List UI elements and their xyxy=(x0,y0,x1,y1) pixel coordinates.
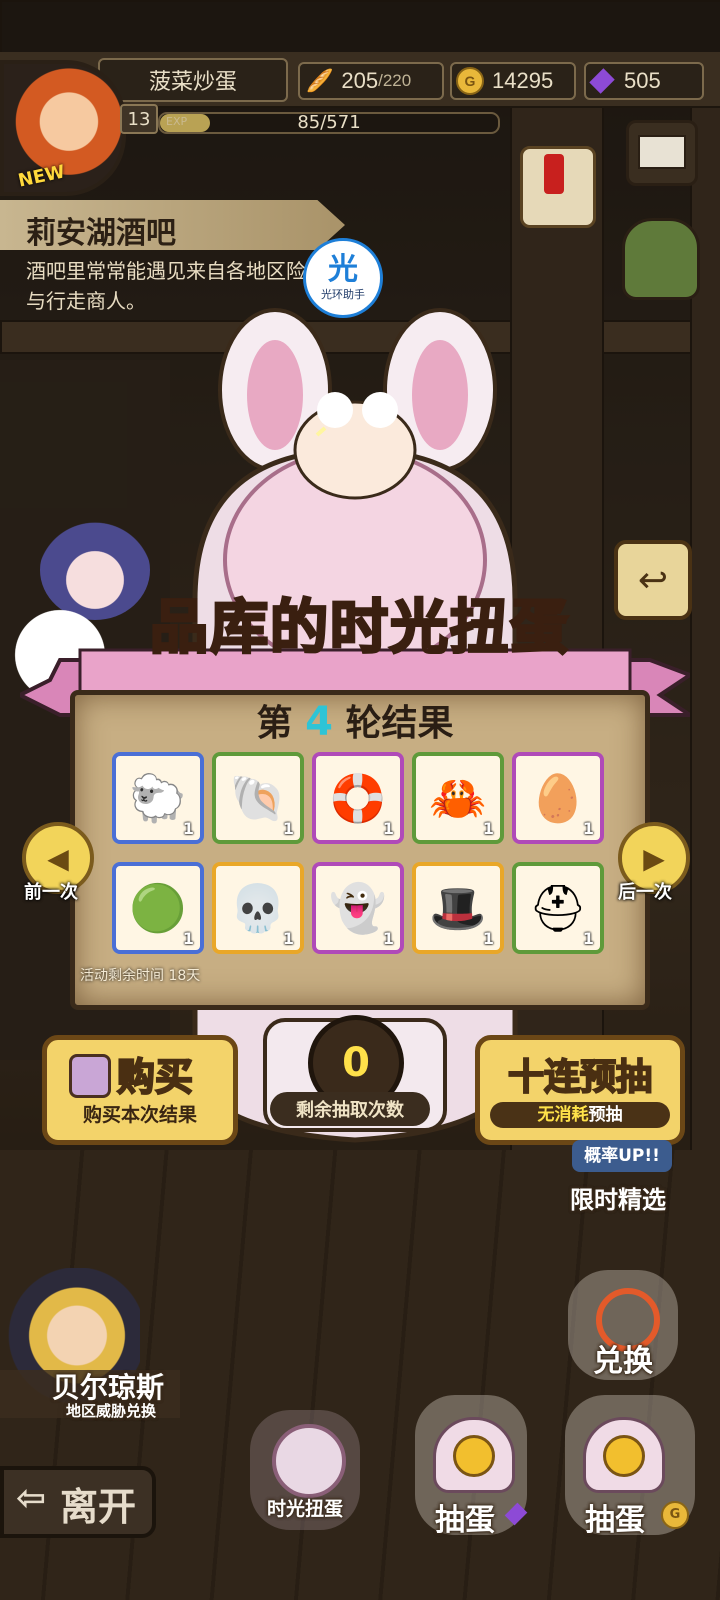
backpack-icon xyxy=(622,218,700,300)
triangle-right-icon: ▶ xyxy=(643,841,665,875)
location-title: 莉安湖酒吧 xyxy=(26,216,176,251)
pocket-watch-icon xyxy=(272,1424,346,1498)
item-quantity: 1 xyxy=(182,819,194,838)
capsule-icon xyxy=(69,1054,111,1098)
ten-draw-preview-text: 预抽 xyxy=(588,1105,623,1125)
event-title-highlight: 时光 xyxy=(328,592,450,663)
gold-draw-button[interactable]: 抽蛋 G xyxy=(565,1395,695,1538)
ten-draw-subtitle: 无消耗预抽 xyxy=(490,1102,670,1128)
skull-mask-icon: 💀 xyxy=(229,881,287,935)
ten-draw-preview-button[interactable]: 十连预抽 无消耗预抽 xyxy=(475,1035,685,1145)
iron-hat-icon: ⛑ xyxy=(528,881,588,935)
quest-scroll-button[interactable] xyxy=(512,140,598,230)
event-title: 品库的时光扭蛋 xyxy=(110,580,610,664)
purple-gem-icon xyxy=(589,68,615,94)
time-gacha-label: 时光扭蛋 xyxy=(266,1498,343,1520)
gem-draw-button[interactable]: 抽蛋 xyxy=(415,1395,528,1538)
reward-item-iron-hat[interactable]: ⛑ 1 xyxy=(512,862,604,954)
previous-round-label: 前一次 xyxy=(24,882,78,903)
exchange-button[interactable]: 兑换 xyxy=(568,1270,678,1380)
round-suffix: 轮结果 xyxy=(345,703,454,744)
golden-egg-icon xyxy=(603,1435,645,1477)
reward-item-green-slime-armor[interactable]: 🟢 1 xyxy=(112,862,204,954)
reward-item-captain-helmet[interactable]: 🎩 1 xyxy=(412,862,504,954)
leave-label: 离开 xyxy=(60,1485,137,1529)
event-time-left: 活动剩余时间 18天 xyxy=(80,968,201,984)
reward-item-crab[interactable]: 🦀 1 xyxy=(412,752,504,844)
gem-display[interactable]: 505 xyxy=(584,62,704,100)
leave-button[interactable]: ⇦ 离开 xyxy=(0,1466,156,1538)
gold-value: 14295 xyxy=(492,68,554,93)
limited-selection-button[interactable]: 概率UP!! 限时精选 xyxy=(552,1140,692,1224)
exclamation-icon xyxy=(544,154,564,194)
item-quantity: 1 xyxy=(582,929,594,948)
reward-item-drill-lifebuoy[interactable]: 🛟 1 xyxy=(312,752,404,844)
item-quantity: 1 xyxy=(382,819,394,838)
item-quantity: 1 xyxy=(282,929,294,948)
stamina-max: /220 xyxy=(378,71,412,90)
green-slime-armor-icon: 🟢 xyxy=(129,881,187,935)
exchange-label: 兑换 xyxy=(593,1344,653,1379)
player-level: 13 xyxy=(120,104,158,134)
item-quantity: 1 xyxy=(382,929,394,948)
next-round-label: 后一次 xyxy=(618,882,672,903)
reward-item-skull-mask[interactable]: 💀 1 xyxy=(212,862,304,954)
round-number: 4 xyxy=(305,699,333,745)
item-quantity: 1 xyxy=(482,819,494,838)
reward-item-white-ghost-bow[interactable]: 👻 1 xyxy=(312,862,404,954)
player-name-plate: 菠菜炒蛋 xyxy=(98,58,288,102)
reward-item-shell[interactable]: 🐚 1 xyxy=(212,752,304,844)
gold-coin-icon: G xyxy=(456,67,484,95)
triangle-left-icon: ◀ xyxy=(47,841,69,875)
ten-draw-title: 十连预抽 xyxy=(507,1056,653,1099)
exp-value: 85/571 xyxy=(297,112,361,133)
item-quantity: 1 xyxy=(582,819,594,838)
round-prefix: 第 xyxy=(256,703,293,744)
gold-display[interactable]: G 14295 xyxy=(450,62,576,100)
return-button[interactable]: ↩ xyxy=(614,540,692,620)
limited-label: 限时精选 xyxy=(570,1186,666,1214)
npc-subtitle: 地区威胁兑换 xyxy=(66,1402,157,1420)
return-arrow-icon: ↩ xyxy=(637,559,669,601)
mail-button[interactable] xyxy=(626,120,698,186)
time-gacha-tab[interactable]: 时光扭蛋 xyxy=(250,1410,360,1530)
event-title-part-a: 品库的 xyxy=(148,592,330,663)
crab-icon: 🦀 xyxy=(429,771,487,825)
gem-draw-label: 抽蛋 xyxy=(435,1503,495,1538)
reward-item-sheep[interactable]: 🐑 1 xyxy=(112,752,204,844)
sheep-icon: 🐑 xyxy=(129,771,187,825)
gold-draw-label: 抽蛋 xyxy=(585,1503,645,1538)
buy-title: 购买 xyxy=(116,1054,194,1100)
bread-icon: 🥖 xyxy=(306,68,334,93)
draws-left-label: 剩余抽取次数 xyxy=(270,1092,430,1126)
golden-egg-icon xyxy=(453,1435,495,1477)
white-ghost-bow-icon: 👻 xyxy=(329,881,387,935)
backpack-button[interactable] xyxy=(614,210,702,300)
arrow-left-icon: ⇦ xyxy=(16,1478,47,1519)
reward-item-egg-leaves[interactable]: 🥚 1 xyxy=(512,752,604,844)
event-title-part-c: 扭蛋 xyxy=(448,592,571,663)
shell-icon: 🐚 xyxy=(229,771,287,825)
player-name: 菠菜炒蛋 xyxy=(148,69,237,94)
helper-badge-glyph: 光 xyxy=(328,252,358,287)
limited-badge: 概率UP!! xyxy=(572,1140,672,1172)
gem-value: 505 xyxy=(624,68,661,93)
item-quantity: 1 xyxy=(482,929,494,948)
stamina-display[interactable]: 🥖 205 /220 xyxy=(298,62,444,100)
drill-lifebuoy-icon: 🛟 xyxy=(329,771,387,825)
buy-subtitle: 购买本次结果 xyxy=(82,1104,197,1126)
envelope-icon xyxy=(638,135,686,169)
captain-helmet-icon: 🎩 xyxy=(429,881,487,935)
item-quantity: 1 xyxy=(282,819,294,838)
ten-draw-free-text: 无消耗 xyxy=(537,1105,589,1125)
stamina-value: 205 xyxy=(341,68,379,93)
buy-result-button[interactable]: 购买 购买本次结果 xyxy=(42,1035,238,1145)
round-result-title: 第 4 轮结果 xyxy=(70,694,640,746)
item-quantity: 1 xyxy=(182,929,194,948)
exp-bar: EXP 85/571 xyxy=(158,112,500,134)
egg-leaves-icon: 🥚 xyxy=(529,771,587,825)
gold-coin-icon: G xyxy=(661,1501,689,1529)
